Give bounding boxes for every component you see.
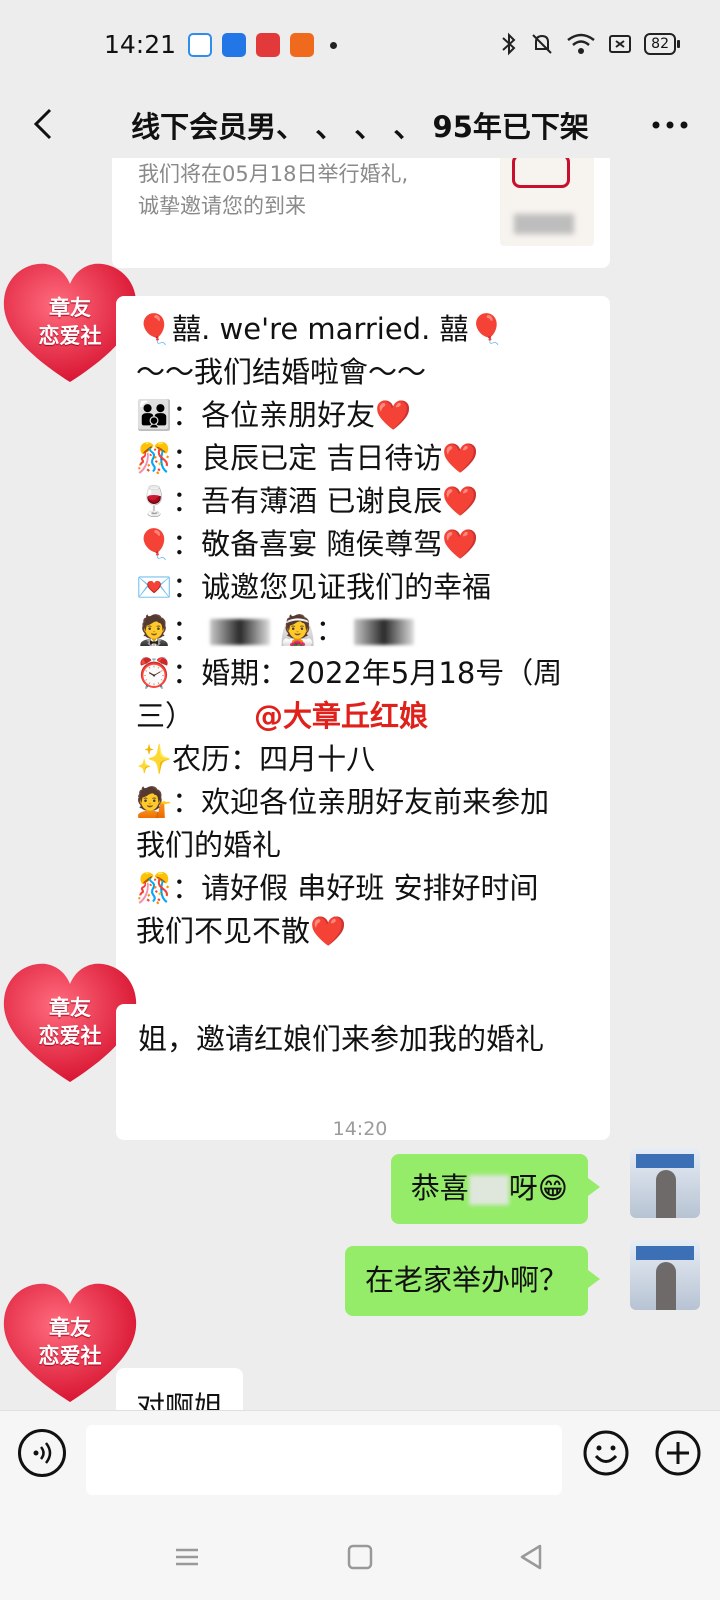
mosaic-bride-name	[353, 619, 414, 645]
message-line: 🎈：敬备喜宴 随侯尊驾❤️	[136, 527, 479, 561]
double-happiness-seal	[512, 158, 570, 188]
more-icon[interactable]	[648, 110, 692, 140]
card-thumbnail	[500, 158, 594, 246]
message-line: 🎈囍. we're married. 囍🎈	[136, 312, 505, 346]
groom-emoji: 🤵	[136, 613, 173, 647]
chat-title: 线下会员男、 、 、 、 95年已下架	[131, 110, 589, 144]
app-notification-icon	[188, 33, 212, 57]
status-time: 14:21	[104, 30, 177, 59]
blurred-text	[514, 214, 574, 234]
message-line: 💌：诚邀您见证我们的幸福	[136, 570, 492, 604]
sent-message-bubble[interactable]: 恭喜 呀😁	[390, 1154, 601, 1224]
avatar-person	[656, 1262, 676, 1310]
card-line: 诚挚邀请您的到来	[138, 194, 306, 218]
message-line: 三） @大章丘红娘	[136, 695, 590, 738]
status-notification-icons	[188, 33, 337, 57]
mention-watermark: @大章丘红娘	[254, 699, 429, 733]
message-line: 🎊：良辰已定 吉日待访❤️	[136, 441, 479, 475]
bluetooth-app-icon	[222, 33, 246, 57]
more-notifications-dot	[330, 41, 337, 49]
avatar-text-line: 恋爱社	[38, 1343, 102, 1368]
emoji-icon[interactable]	[582, 1429, 630, 1477]
message-suffix: 呀😁	[508, 1171, 568, 1205]
avatar-person	[656, 1170, 676, 1218]
date-line-end: 三）	[136, 699, 195, 733]
my-avatar[interactable]	[630, 1240, 700, 1310]
message-line: ～～我们结婚啦會～～	[136, 355, 427, 389]
message-timestamp: 14:20	[332, 1118, 388, 1140]
wedding-invitation-card[interactable]: 我们将在05月18日举行婚礼, 诚挚邀请您的到来	[112, 158, 610, 268]
separator: ：	[315, 613, 345, 647]
groom-bride-line: 🤵： 👰：	[136, 609, 590, 652]
blurred-name	[468, 1175, 509, 1205]
status-right: 82	[500, 32, 680, 56]
back-triangle-icon[interactable]	[516, 1542, 546, 1572]
menu-icon[interactable]	[172, 1542, 202, 1572]
message-prefix: 恭喜	[410, 1171, 469, 1205]
message-line: ⏰：婚期：2022年5月18号（周	[136, 656, 563, 690]
message-bubble[interactable]: 姐，邀请红娘们来参加我的婚礼	[116, 1004, 567, 1076]
bluetooth-icon	[502, 32, 516, 56]
avatar-logo	[636, 1154, 694, 1168]
bride-emoji: 👰	[279, 613, 316, 647]
mosaic-groom-name	[210, 619, 271, 645]
message-line: 我们不见不散❤️	[136, 914, 347, 948]
mute-icon	[532, 34, 552, 54]
status-bar: 14:21 82	[0, 0, 720, 90]
message-line: ✨农历：四月十八	[136, 742, 376, 776]
wifi-icon	[567, 33, 595, 54]
plus-icon[interactable]	[654, 1429, 702, 1477]
back-arrow-icon[interactable]	[22, 102, 66, 146]
sim-icon	[609, 35, 632, 53]
message-line: 我们的婚礼	[136, 828, 282, 862]
app-red-icon	[256, 33, 280, 57]
chat-area[interactable]: 我们将在05月18日举行婚礼, 诚挚邀请您的到来 章友恋爱社 🎈囍. we're…	[0, 158, 720, 1410]
app-orange-icon	[290, 33, 314, 57]
card-line: 我们将在05月18日举行婚礼,	[138, 162, 409, 186]
avatar-text: 章友 恋爱社	[0, 1314, 140, 1370]
sent-message-bubble[interactable]: 在老家举办啊？	[344, 1246, 601, 1316]
message-line: 👪：各位亲朋好友❤️	[136, 398, 412, 432]
system-nav-bar	[0, 1514, 720, 1600]
message-input[interactable]	[86, 1425, 562, 1495]
input-bar	[0, 1410, 720, 1514]
avatar-logo	[636, 1246, 694, 1260]
message-line: 💁：欢迎各位亲朋好友前来参加	[136, 785, 550, 819]
message-line: 🍷：吾有薄酒 已谢良辰❤️	[136, 484, 479, 518]
title-bar: 线下会员男、 、 、 、 95年已下架	[0, 90, 720, 158]
home-icon[interactable]	[345, 1542, 375, 1572]
message-bubble[interactable]: 对啊姐	[116, 1368, 244, 1410]
separator: ：	[172, 613, 202, 647]
voice-icon[interactable]	[18, 1429, 66, 1477]
card-text: 我们将在05月18日举行婚礼, 诚挚邀请您的到来	[138, 158, 468, 222]
my-avatar[interactable]	[630, 1148, 700, 1218]
avatar-text-line: 章友	[49, 1315, 91, 1340]
message-line: 🎊：请好假 串好班 安排好时间	[136, 871, 539, 905]
battery-indicator: 82	[644, 33, 680, 55]
